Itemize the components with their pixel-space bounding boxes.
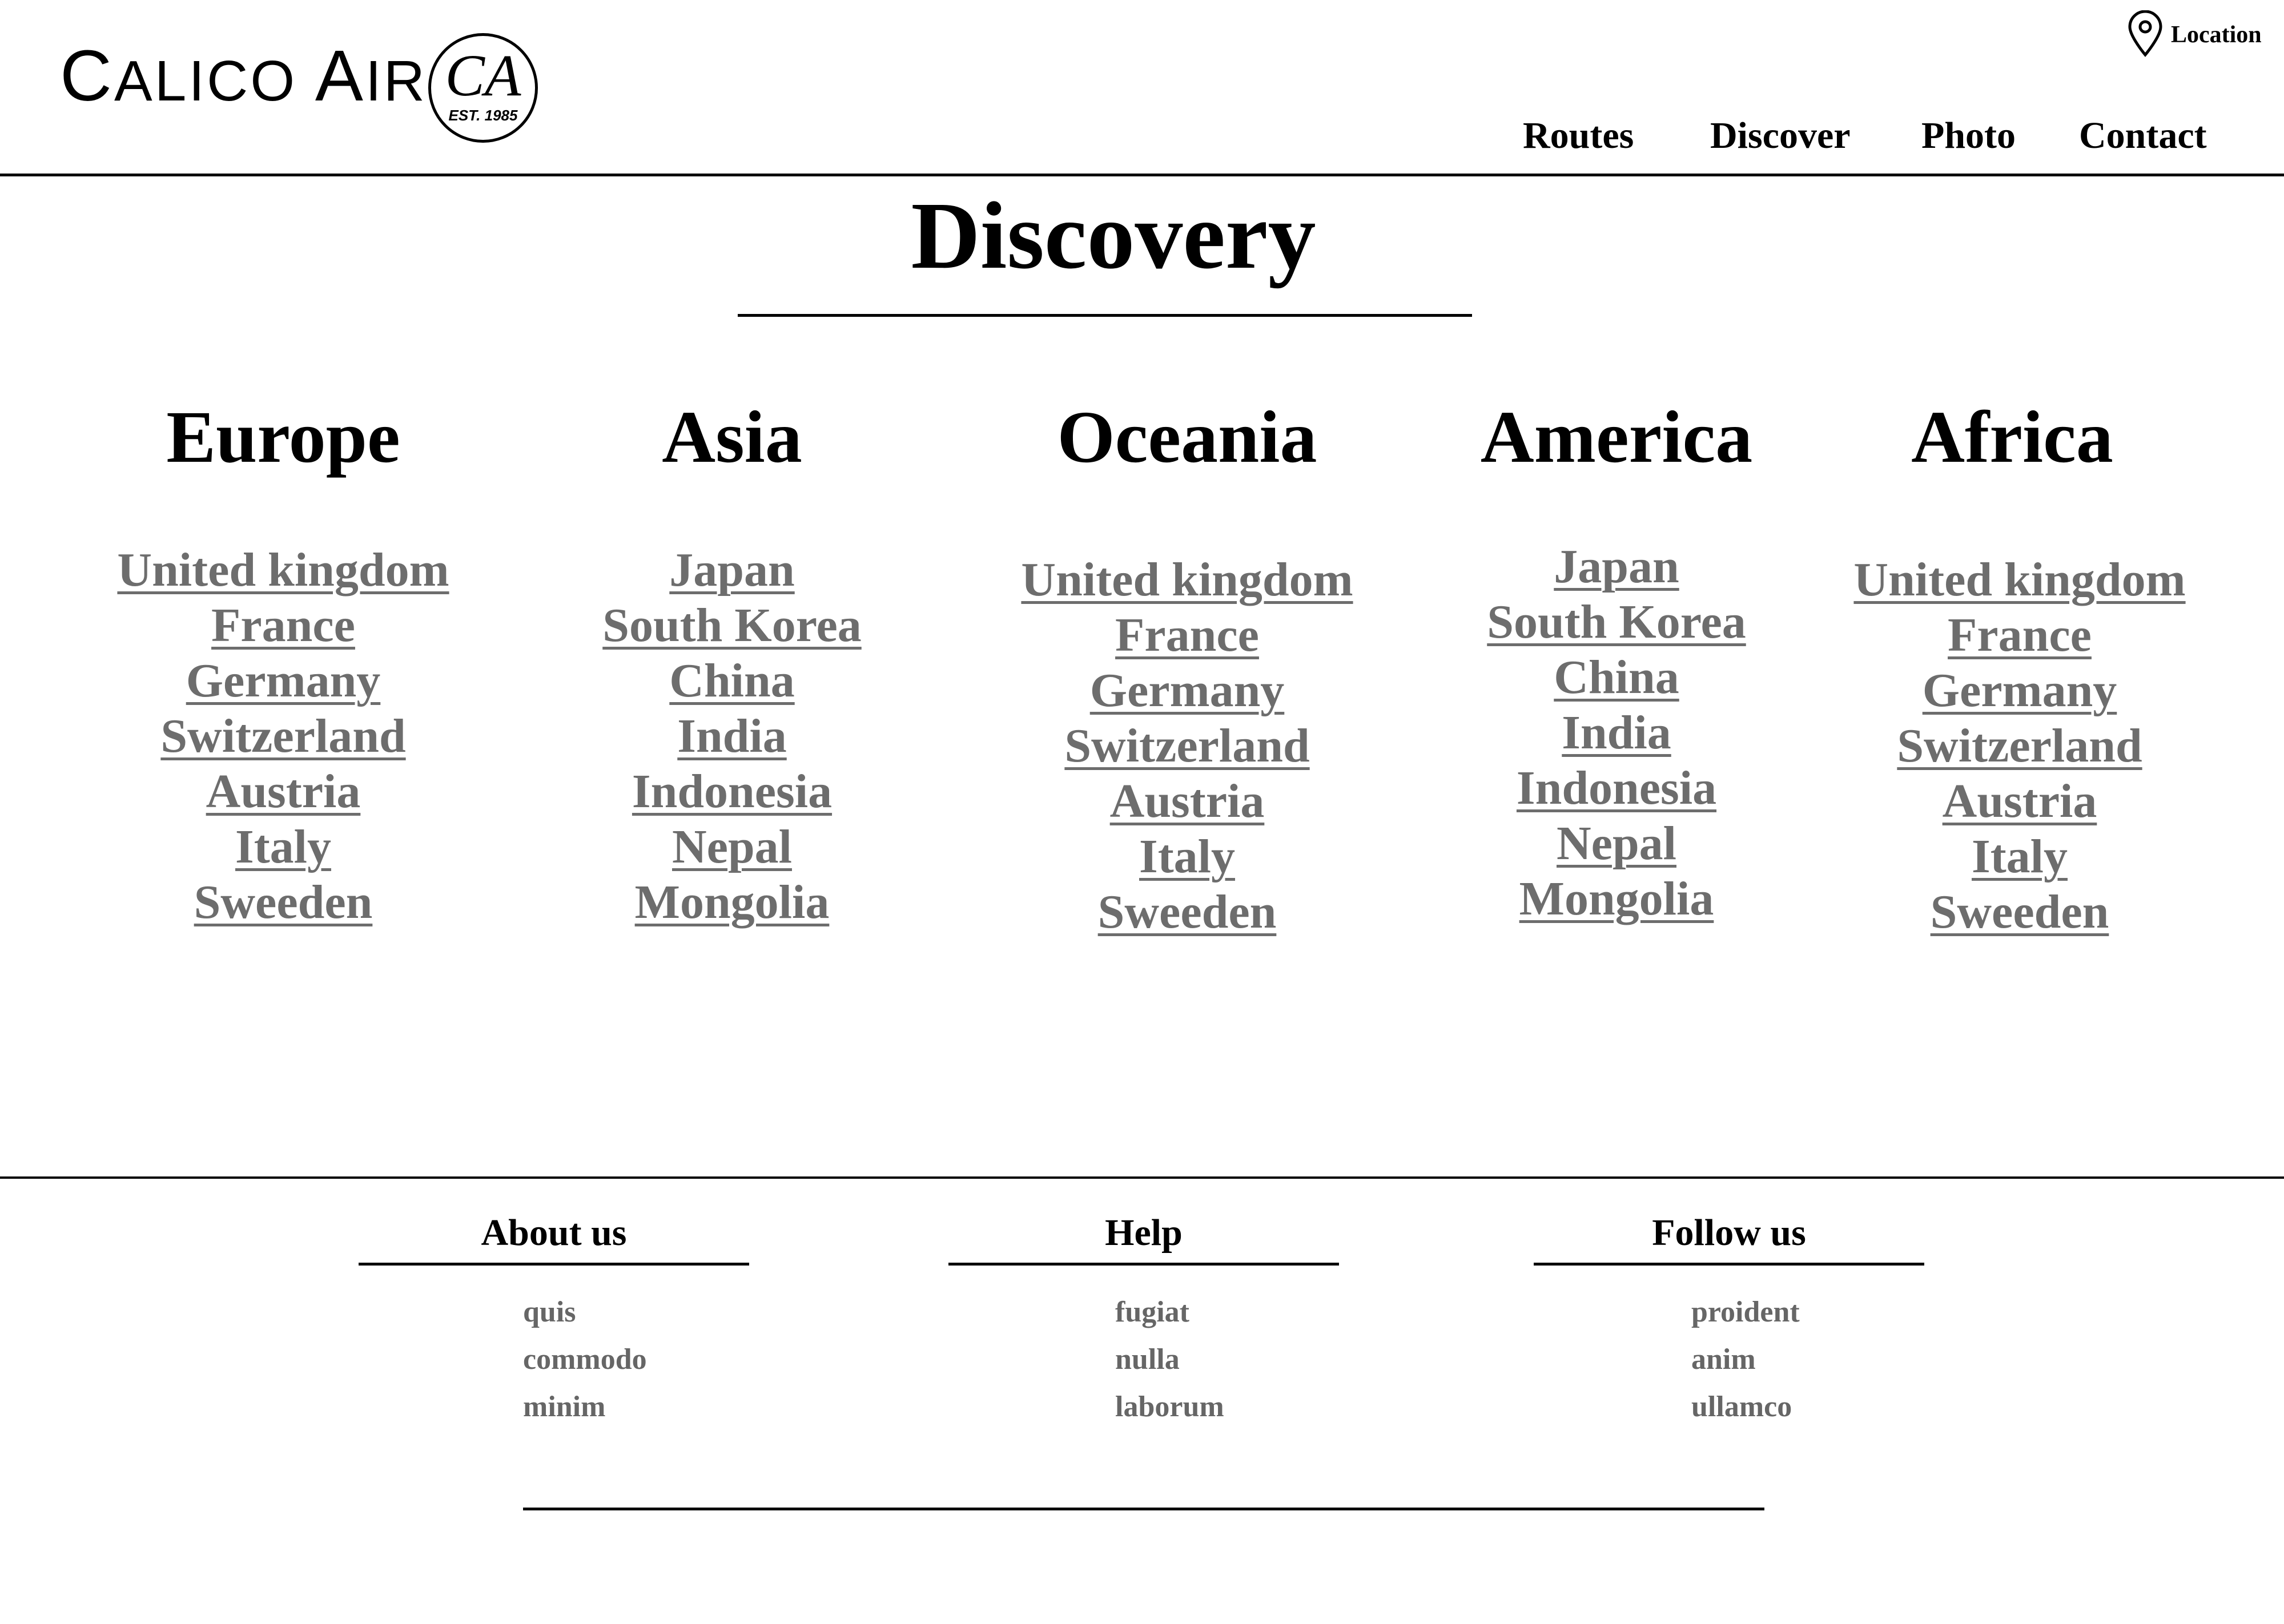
footer-link[interactable]: fugiat	[1115, 1296, 1189, 1328]
country-link[interactable]: Germany	[1923, 664, 2117, 717]
title-underline	[738, 314, 1472, 317]
country-link[interactable]: Sweeden	[1931, 885, 2109, 938]
region-america: America Japan South Korea China India In…	[1417, 397, 1816, 926]
region-heading: Oceania	[1057, 396, 1317, 478]
footer-column-follow: Follow us proident anim ullamco	[1534, 1210, 1924, 1430]
country-link[interactable]: Switzerland	[160, 710, 405, 763]
footer-column-help: Help fugiat nulla laborum	[948, 1210, 1339, 1430]
footer-link[interactable]: commodo	[523, 1343, 647, 1376]
footer-link[interactable]: minim	[523, 1391, 605, 1423]
page-title: Discovery	[911, 183, 1316, 289]
footer-link[interactable]: ullamco	[1691, 1391, 1792, 1423]
emblem-monogram: CA	[445, 43, 521, 108]
country-link[interactable]: Mongolia	[635, 876, 830, 929]
country-link[interactable]: France	[211, 599, 355, 652]
country-link[interactable]: China	[669, 654, 794, 707]
footer-link[interactable]: proident	[1691, 1296, 1800, 1328]
footer-bottom-divider	[523, 1508, 1764, 1510]
footer-column-heading: About us	[481, 1212, 627, 1254]
nav-discover[interactable]: Discover	[1710, 117, 1851, 155]
country-link[interactable]: Japan	[1554, 540, 1679, 593]
footer-link[interactable]: laborum	[1115, 1391, 1224, 1423]
footer-column-about: About us quis commodo minim	[359, 1210, 749, 1430]
region-africa: Africa United kingdom France Germany Swi…	[1820, 397, 2219, 940]
brand-logotype[interactable]: CALICO AIR	[60, 40, 427, 112]
country-link[interactable]: United kingdom	[1021, 553, 1353, 606]
region-heading: Asia	[662, 396, 802, 478]
country-link[interactable]: Austria	[1110, 775, 1265, 828]
brand-letter-a: A	[315, 35, 365, 116]
footer-link[interactable]: anim	[1691, 1343, 1756, 1376]
country-link[interactable]: Italy	[1139, 830, 1235, 883]
country-link[interactable]: Mongolia	[1519, 872, 1714, 925]
region-europe: Europe United kingdom France Germany Swi…	[83, 397, 483, 930]
country-link[interactable]: South Korea	[1487, 595, 1746, 648]
country-list: United kingdom France Germany Switzerlan…	[1820, 552, 2219, 940]
footer-link-list: quis commodo minim	[523, 1288, 749, 1430]
country-link[interactable]: Switzerland	[1897, 719, 2142, 772]
footer-heading-underline	[948, 1263, 1339, 1266]
country-link[interactable]: Italy	[1972, 830, 2068, 883]
footer-column-heading: Help	[1105, 1212, 1183, 1254]
country-link[interactable]: United kingdom	[1853, 553, 2185, 606]
country-link[interactable]: France	[1948, 609, 2092, 662]
region-heading: America	[1480, 396, 1753, 478]
nav-routes[interactable]: Routes	[1523, 117, 1634, 155]
footer-heading-underline	[1534, 1263, 1924, 1266]
country-link[interactable]: India	[1562, 706, 1671, 759]
header-divider	[0, 174, 2284, 176]
footer-link[interactable]: nulla	[1115, 1343, 1180, 1376]
country-list: Japan South Korea China India Indonesia …	[1417, 539, 1816, 926]
country-link[interactable]: Germany	[186, 654, 381, 707]
country-link[interactable]: Indonesia	[1517, 761, 1716, 815]
region-heading: Europe	[166, 396, 400, 478]
country-link[interactable]: Japan	[669, 543, 794, 597]
footer-heading-underline	[359, 1263, 749, 1266]
country-link[interactable]: Italy	[235, 820, 331, 873]
country-link[interactable]: Indonesia	[632, 765, 832, 818]
country-link[interactable]: Sweeden	[1098, 885, 1277, 938]
region-oceania: Oceania United kingdom France Germany Sw…	[987, 397, 1387, 940]
country-link[interactable]: South Korea	[602, 599, 862, 652]
footer-link[interactable]: quis	[523, 1296, 576, 1328]
emblem-est-text: EST. 1985	[448, 107, 518, 124]
region-heading: Africa	[1911, 396, 2113, 478]
country-link[interactable]: Germany	[1090, 664, 1285, 717]
footer-link-list: fugiat nulla laborum	[1115, 1288, 1339, 1430]
country-link[interactable]: India	[677, 710, 786, 763]
country-list: United kingdom France Germany Switzerlan…	[83, 542, 483, 930]
nav-photo[interactable]: Photo	[1921, 117, 2016, 155]
country-link[interactable]: Austria	[206, 765, 361, 818]
location-label: Location	[2171, 22, 2262, 48]
brand-letters-ir: IR	[365, 49, 427, 113]
country-link[interactable]: United kingdom	[117, 543, 449, 597]
brand-emblem[interactable]: CA EST. 1985	[428, 33, 538, 143]
footer-divider	[0, 1176, 2284, 1179]
country-link[interactable]: Switzerland	[1064, 719, 1309, 772]
country-link[interactable]: Sweeden	[194, 876, 373, 929]
location-link[interactable]: Location	[2125, 10, 2262, 60]
country-link[interactable]: Nepal	[1557, 817, 1676, 870]
country-link[interactable]: China	[1554, 651, 1679, 704]
country-list: Japan South Korea China India Indonesia …	[532, 542, 932, 930]
footer-link-list: proident anim ullamco	[1691, 1288, 1924, 1430]
brand-letter-c: C	[60, 35, 114, 116]
nav-contact[interactable]: Contact	[2079, 117, 2207, 155]
country-list: United kingdom France Germany Switzerlan…	[987, 552, 1387, 940]
map-pin-icon	[2125, 10, 2165, 60]
country-link[interactable]: France	[1115, 609, 1259, 662]
brand-letters-alico: ALICO	[114, 49, 315, 113]
country-link[interactable]: Austria	[1943, 775, 2097, 828]
country-link[interactable]: Nepal	[672, 820, 792, 873]
region-asia: Asia Japan South Korea China India Indon…	[532, 397, 932, 930]
footer-column-heading: Follow us	[1652, 1212, 1806, 1254]
